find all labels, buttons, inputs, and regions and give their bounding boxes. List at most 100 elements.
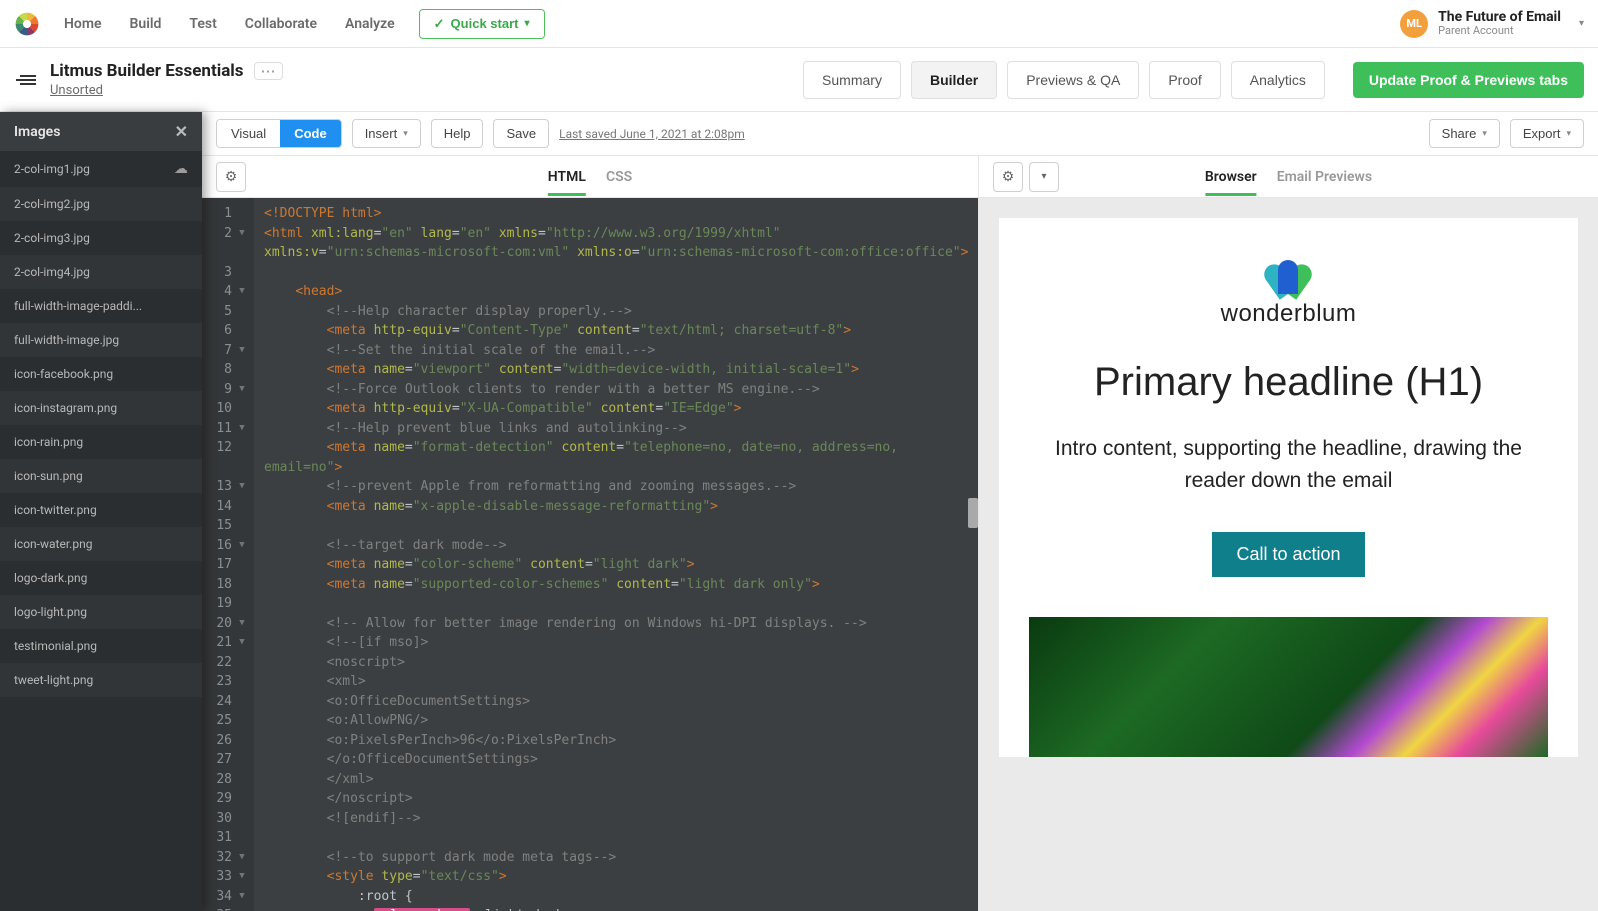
- cloud-upload-icon[interactable]: ☁: [174, 161, 188, 177]
- editor-tabs: ⚙ HTML CSS: [202, 156, 978, 198]
- file-row[interactable]: icon-sun.png: [0, 459, 202, 493]
- nav-collaborate[interactable]: Collaborate: [245, 16, 317, 32]
- update-proof-button[interactable]: Update Proof & Previews tabs: [1353, 62, 1584, 98]
- file-name: full-width-image.jpg: [14, 333, 119, 347]
- file-list: 2-col-img1.jpg ☁ 2-col-img2.jpg 2-col-img3.…: [0, 151, 202, 911]
- account-menu[interactable]: ML The Future of Email Parent Account ▾: [1400, 10, 1584, 38]
- last-saved-text: Last saved June 1, 2021 at 2:08pm: [559, 127, 745, 141]
- file-row[interactable]: 2-col-img2.jpg: [0, 187, 202, 221]
- file-row[interactable]: icon-rain.png: [0, 425, 202, 459]
- email-preview: wonderblum Primary headline (H1) Intro c…: [999, 218, 1578, 757]
- editor-tab-css[interactable]: CSS: [606, 159, 632, 195]
- file-row[interactable]: 2-col-img1.jpg ☁: [0, 151, 202, 187]
- file-name: 2-col-img4.jpg: [14, 265, 90, 279]
- export-button[interactable]: Export▾: [1510, 119, 1584, 148]
- help-button[interactable]: Help: [431, 119, 484, 148]
- scrollbar-thumb[interactable]: [968, 498, 978, 528]
- file-name: icon-water.png: [14, 537, 92, 551]
- preview-dropdown-button[interactable]: ▾: [1029, 162, 1059, 192]
- project-menu-button[interactable]: ⋯: [254, 62, 283, 80]
- nav-test[interactable]: Test: [189, 16, 216, 32]
- code-mode-button[interactable]: Code: [280, 120, 341, 147]
- file-row[interactable]: 2-col-img4.jpg: [0, 255, 202, 289]
- chevron-down-icon: ▾: [403, 128, 408, 139]
- section-tabs: Summary Builder Previews & QA Proof Anal…: [803, 61, 1325, 99]
- file-name: icon-facebook.png: [14, 367, 113, 381]
- nav-build[interactable]: Build: [130, 16, 162, 32]
- preview-tab-email[interactable]: Email Previews: [1277, 159, 1372, 195]
- chevron-down-icon: ▾: [524, 18, 529, 29]
- preview-tab-browser[interactable]: Browser: [1205, 159, 1257, 195]
- nav-analyze[interactable]: Analyze: [345, 16, 395, 32]
- file-name: icon-instagram.png: [14, 401, 117, 415]
- file-name: 2-col-img1.jpg: [14, 162, 90, 176]
- flower-icon: [1259, 254, 1317, 294]
- quick-start-label: Quick start: [451, 16, 519, 31]
- email-intro: Intro content, supporting the headline, …: [1039, 433, 1538, 496]
- view-mode-toggle: Visual Code: [216, 119, 342, 148]
- app-logo[interactable]: [14, 11, 40, 37]
- sidebar-toggle-icon[interactable]: [14, 75, 36, 85]
- editor-tab-html[interactable]: HTML: [548, 159, 586, 195]
- file-name: logo-light.png: [14, 605, 87, 619]
- file-name: 2-col-img3.jpg: [14, 231, 90, 245]
- images-panel-title: Images: [14, 124, 60, 140]
- tab-summary[interactable]: Summary: [803, 61, 901, 99]
- project-info: Litmus Builder Essentials ⋯ Unsorted: [50, 61, 283, 98]
- preview-pane: ⚙ ▾ Browser Email Previews wonderblum Pr…: [978, 156, 1598, 911]
- email-logo: wonderblum: [1221, 254, 1357, 328]
- project-title: Litmus Builder Essentials: [50, 61, 244, 81]
- code-editor[interactable]: 12▼34▼567▼89▼1011▼1213▼141516▼17181920▼2…: [202, 198, 978, 911]
- check-icon: ✓: [434, 16, 445, 32]
- nav-home[interactable]: Home: [64, 16, 102, 32]
- quick-start-button[interactable]: ✓ Quick start ▾: [419, 9, 545, 39]
- file-row[interactable]: logo-light.png: [0, 595, 202, 629]
- tab-proof[interactable]: Proof: [1149, 61, 1220, 99]
- account-sub: Parent Account: [1438, 25, 1561, 37]
- gear-icon: ⚙: [1002, 169, 1015, 185]
- chevron-down-icon: ▾: [1566, 128, 1571, 139]
- file-name: icon-twitter.png: [14, 503, 97, 517]
- visual-mode-button[interactable]: Visual: [217, 120, 280, 147]
- file-row[interactable]: icon-twitter.png: [0, 493, 202, 527]
- file-name: testimonial.png: [14, 639, 97, 653]
- code-content[interactable]: <!DOCTYPE html><html xml:lang="en" lang=…: [254, 198, 978, 911]
- email-hero-image: [1029, 617, 1548, 757]
- file-row[interactable]: full-width-image.jpg: [0, 323, 202, 357]
- file-name: logo-dark.png: [14, 571, 87, 585]
- file-name: tweet-light.png: [14, 673, 93, 687]
- file-row[interactable]: 2-col-img3.jpg: [0, 221, 202, 255]
- email-headline: Primary headline (H1): [1029, 360, 1548, 405]
- account-name: The Future of Email: [1438, 10, 1561, 25]
- editor-settings-button[interactable]: ⚙: [216, 162, 246, 192]
- email-cta-button[interactable]: Call to action: [1212, 532, 1364, 577]
- file-row[interactable]: testimonial.png: [0, 629, 202, 663]
- file-name: icon-sun.png: [14, 469, 83, 483]
- file-name: full-width-image-paddi...: [14, 299, 142, 313]
- avatar: ML: [1400, 10, 1428, 38]
- editor-pane: ⚙ HTML CSS 12▼34▼567▼89▼1011▼1213▼141516…: [202, 156, 978, 911]
- save-button[interactable]: Save: [493, 119, 549, 148]
- close-icon[interactable]: ✕: [175, 122, 188, 141]
- preview-body: wonderblum Primary headline (H1) Intro c…: [979, 198, 1598, 911]
- file-row[interactable]: icon-instagram.png: [0, 391, 202, 425]
- insert-button[interactable]: Insert▾: [352, 119, 421, 148]
- sub-header: Litmus Builder Essentials ⋯ Unsorted Sum…: [0, 48, 1598, 112]
- file-row[interactable]: logo-dark.png: [0, 561, 202, 595]
- tab-analytics[interactable]: Analytics: [1231, 61, 1325, 99]
- file-row[interactable]: tweet-light.png: [0, 663, 202, 697]
- preview-settings-button[interactable]: ⚙: [993, 162, 1023, 192]
- share-button[interactable]: Share▾: [1429, 119, 1500, 148]
- tab-previews[interactable]: Previews & QA: [1007, 61, 1139, 99]
- file-name: 2-col-img2.jpg: [14, 197, 90, 211]
- gear-icon: ⚙: [225, 169, 238, 185]
- file-row[interactable]: icon-water.png: [0, 527, 202, 561]
- chevron-down-icon: ▾: [1482, 128, 1487, 139]
- tab-builder[interactable]: Builder: [911, 61, 997, 99]
- file-row[interactable]: full-width-image-paddi...: [0, 289, 202, 323]
- file-name: icon-rain.png: [14, 435, 83, 449]
- preview-tabs: ⚙ ▾ Browser Email Previews: [979, 156, 1598, 198]
- file-row[interactable]: icon-facebook.png: [0, 357, 202, 391]
- project-folder-link[interactable]: Unsorted: [50, 83, 283, 98]
- chevron-down-icon: ▾: [1041, 171, 1046, 182]
